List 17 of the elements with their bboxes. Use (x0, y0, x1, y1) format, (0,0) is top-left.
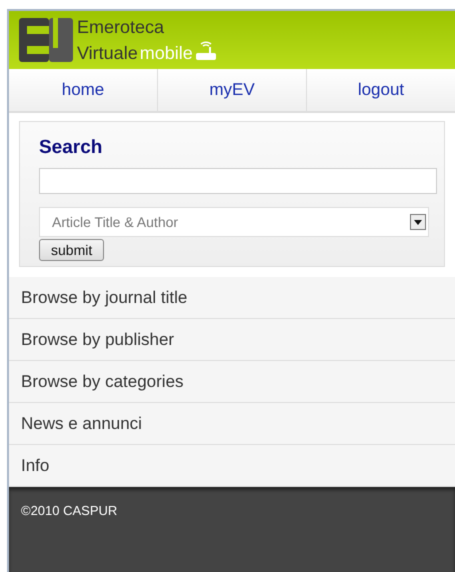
nav-tab[interactable]: home (9, 69, 157, 111)
search-field[interactable] (39, 168, 437, 194)
logo-icon (19, 18, 73, 62)
menu-item[interactable]: Browse by journal title (9, 277, 455, 319)
search-field-select[interactable]: Article Title & Author (39, 207, 429, 237)
menu-item[interactable]: News e annunci (9, 403, 455, 445)
header-subtitle: mobile (140, 44, 193, 62)
nav-tab[interactable]: myEV (157, 69, 306, 111)
nav-tab[interactable]: logout (306, 69, 455, 111)
submit-button[interactable]: submit (39, 239, 104, 261)
footer-text: ©2010 CASPUR (21, 503, 118, 518)
search-title: Search (39, 136, 104, 160)
menu-item[interactable]: Info (9, 445, 455, 487)
menu-item[interactable]: Browse by publisher (9, 319, 455, 361)
header-title: Virtuale (77, 44, 138, 62)
header-title: Emeroteca (77, 18, 166, 36)
menu-item[interactable]: Browse by categories (9, 361, 455, 403)
